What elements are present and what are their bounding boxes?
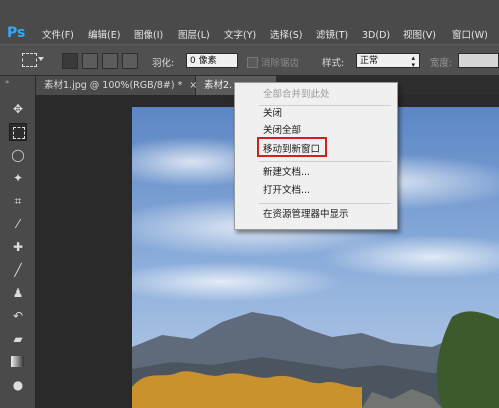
eyedropper-icon[interactable]: ⁄	[9, 215, 27, 233]
menu-filter[interactable]: 滤镜(T)	[316, 29, 348, 43]
width-input[interactable]	[458, 53, 499, 68]
photoshop-logo: Ps	[7, 25, 26, 41]
style-select[interactable]: 正常 ▴ ▾	[356, 53, 420, 69]
menu-bar: Ps 文件(F) 编辑(E) 图像(I) 图层(L) 文字(Y) 选择(S) 滤…	[0, 0, 499, 44]
width-label: 宽度:	[430, 58, 453, 69]
eraser-icon[interactable]: ▰	[9, 330, 27, 348]
antialias-label: 消除锯齿	[261, 58, 300, 69]
feather-input[interactable]: 0 像素	[186, 53, 238, 68]
crop-icon[interactable]: ⌗	[9, 192, 27, 210]
menu-edit[interactable]: 编辑(E)	[88, 29, 120, 43]
select-arrows-icon: ▴ ▾	[411, 54, 415, 69]
menu-separator	[259, 105, 391, 106]
menu-file[interactable]: 文件(F)	[42, 29, 74, 43]
tab-document-1-label: 素材1.jpg @ 100%(RGB/8#) *	[44, 80, 183, 91]
menu-type[interactable]: 文字(Y)	[224, 29, 256, 43]
options-bar: 羽化: 0 像素 消除锯齿 样式: 正常 ▴ ▾ 宽度:	[0, 44, 499, 76]
blur-icon[interactable]: ●	[9, 376, 27, 394]
tab-document-2-label: 素材2.	[204, 80, 233, 91]
menu-separator	[259, 161, 391, 162]
menu-item-show-in-explorer[interactable]: 在资源管理器中显示	[263, 209, 349, 221]
antialias-checkbox[interactable]	[247, 57, 258, 68]
menu-item-close-all[interactable]: 关闭全部	[263, 125, 301, 137]
brush-icon[interactable]: ╱	[9, 261, 27, 279]
menu-separator	[259, 203, 391, 204]
highlight-box	[257, 137, 327, 157]
preset-dropdown-arrow-icon[interactable]	[38, 57, 44, 61]
menu-image[interactable]: 图像(I)	[134, 29, 163, 43]
add-selection-button[interactable]	[82, 53, 98, 69]
menu-3d[interactable]: 3D(D)	[362, 29, 390, 43]
menu-item-new-document[interactable]: 新建文档...	[263, 167, 310, 179]
gradient-icon[interactable]	[9, 353, 27, 371]
move-icon[interactable]: ✥	[9, 100, 27, 118]
lasso-icon[interactable]: ◯	[9, 146, 27, 164]
magic-wand-icon[interactable]: ✦	[9, 169, 27, 187]
style-select-value: 正常	[360, 56, 379, 66]
stamp-icon[interactable]: ♟	[9, 284, 27, 302]
menu-item-open-document[interactable]: 打开文档...	[263, 185, 310, 197]
subtract-selection-button[interactable]	[102, 53, 118, 69]
style-label: 样式:	[322, 58, 345, 69]
tab-document-1[interactable]: 素材1.jpg @ 100%(RGB/8#) * ×	[36, 76, 197, 95]
tools-panel: » ✥ ◯ ✦ ⌗ ⁄ ✚ ╱ ♟ ↶ ▰ ●	[0, 76, 36, 408]
new-selection-button[interactable]	[62, 53, 78, 69]
menu-item-consolidate-all-here: 全部合并到此处	[263, 89, 330, 100]
heal-icon[interactable]: ✚	[9, 238, 27, 256]
marquee-preset-icon[interactable]	[22, 53, 37, 67]
intersect-selection-button[interactable]	[122, 53, 138, 69]
panel-collapse-icon[interactable]: »	[5, 78, 9, 86]
marquee-icon[interactable]	[9, 123, 27, 141]
history-brush-icon[interactable]: ↶	[9, 307, 27, 325]
menu-window[interactable]: 窗口(W)	[452, 29, 488, 43]
menu-item-close[interactable]: 关闭	[263, 108, 282, 120]
menu-view[interactable]: 视图(V)	[403, 29, 436, 43]
feather-label: 羽化:	[152, 58, 175, 69]
menu-layer[interactable]: 图层(L)	[178, 29, 210, 43]
menu-select[interactable]: 选择(S)	[270, 29, 302, 43]
